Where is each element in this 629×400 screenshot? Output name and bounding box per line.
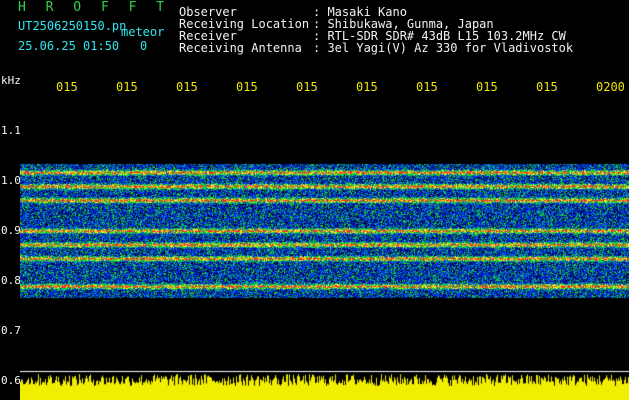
spectrogram-canvas: [20, 100, 629, 400]
y-tick-label: 0.8: [1, 274, 21, 287]
spectrogram-plot: [20, 100, 629, 400]
filename-label: UT2506250150.pn: [18, 19, 127, 33]
app-title: H R O F F T: [18, 0, 171, 15]
timestamp-label: 25.06.25 01:50: [18, 39, 120, 53]
y-tick-label: 0.6: [1, 374, 21, 387]
meteor-label: meteor: [121, 25, 165, 39]
y-axis-unit: kHz: [1, 74, 21, 87]
x-tick-label: 015: [176, 80, 198, 94]
meteor-count: 0: [140, 39, 148, 53]
x-tick-label: 015: [116, 80, 138, 94]
x-tick-label: 0200: [596, 80, 625, 94]
info-label-antenna: Receiving Antenna: [179, 41, 302, 55]
y-tick-label: 0.7: [1, 324, 21, 337]
x-tick-label: 015: [296, 80, 318, 94]
x-tick-label: 015: [56, 80, 78, 94]
info-value-antenna: : 3el Yagi(V) Az 330 for Vladivostok: [313, 41, 574, 55]
y-tick-label: 1.1: [1, 124, 21, 137]
x-tick-label: 015: [416, 80, 438, 94]
x-tick-label: 015: [236, 80, 258, 94]
x-tick-label: 015: [356, 80, 378, 94]
x-tick-label: 015: [536, 80, 558, 94]
y-tick-label: 1.0: [1, 174, 21, 187]
x-tick-label: 015: [476, 80, 498, 94]
y-tick-label: 0.9: [1, 224, 21, 237]
